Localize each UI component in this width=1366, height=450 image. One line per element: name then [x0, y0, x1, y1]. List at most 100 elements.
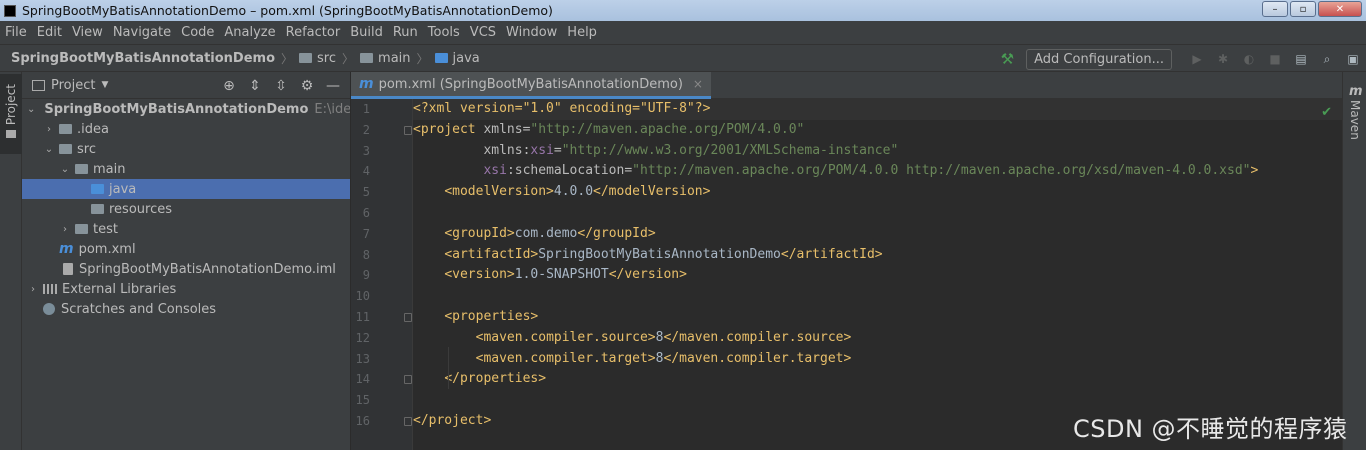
breadcrumb-project[interactable]: SpringBootMyBatisAnnotationDemo — [11, 51, 275, 66]
presentation-icon[interactable]: ▣ — [1340, 52, 1366, 66]
project-panel-header: Project ▼ ⊕ ⇕ ⇳ ⚙ — — [22, 72, 350, 99]
chevron-down-icon[interactable]: ⌄ — [43, 144, 55, 155]
maven-icon[interactable]: m — [1349, 84, 1363, 99]
source-folder-icon — [91, 184, 104, 194]
line-number: 14 — [355, 372, 370, 387]
locate-file-icon[interactable]: ⊕ — [216, 78, 242, 94]
chevron-right-icon[interactable]: › — [27, 284, 39, 295]
menu-window[interactable]: Window — [501, 25, 562, 40]
chevron-right-icon[interactable]: › — [59, 224, 71, 235]
inspection-ok-icon[interactable]: ✔ — [1321, 105, 1332, 120]
tree-item-resources[interactable]: resources — [22, 199, 350, 219]
line-number: 12 — [355, 330, 370, 345]
expand-all-icon[interactable]: ⇕ — [242, 78, 268, 94]
xml-tag: <artifactId> — [444, 246, 539, 262]
xml-tag: <maven.compiler.source> — [475, 329, 656, 345]
xml-tag: <project — [413, 121, 484, 137]
breadcrumb-src[interactable]: src — [299, 51, 336, 66]
project-structure-icon[interactable]: ▤ — [1288, 52, 1314, 66]
xml-text: 4.0.0 — [553, 184, 594, 200]
code-line: <artifactId>SpringBootMyBatisAnnotationD… — [413, 245, 1342, 266]
coverage-icon[interactable]: ◐ — [1236, 52, 1262, 66]
menu-analyze[interactable]: Analyze — [219, 25, 280, 40]
tree-item-pom[interactable]: m pom.xml — [22, 239, 350, 259]
menu-run[interactable]: Run — [388, 25, 423, 40]
chevron-down-icon[interactable]: ⌄ — [59, 164, 71, 175]
search-everywhere-icon[interactable]: ⌕ — [1314, 52, 1340, 67]
xml-tag: <groupId> — [444, 225, 515, 241]
project-view-icon — [32, 79, 45, 91]
chevron-down-icon[interactable]: ⌄ — [27, 104, 35, 115]
collapse-all-icon[interactable]: ⇳ — [268, 78, 294, 94]
maven-tool-tab-label[interactable]: Maven — [1348, 100, 1362, 140]
tree-item-scratches[interactable]: Scratches and Consoles — [22, 299, 350, 319]
maximize-button[interactable]: ▫ — [1290, 1, 1316, 17]
code-line: <properties> — [413, 307, 1342, 328]
run-toolbar: ⚒ Add Configuration... ▶ ✱ ◐ ■ ▤ ⌕ ▣ — [1001, 45, 1366, 73]
stop-icon[interactable]: ■ — [1262, 52, 1288, 66]
run-icon[interactable]: ▶ — [1184, 52, 1210, 66]
folder-icon — [59, 144, 72, 154]
tree-item-idea[interactable]: › .idea — [22, 119, 350, 139]
breadcrumb-java[interactable]: java — [434, 51, 480, 66]
project-tool-tab[interactable]: Project — [0, 74, 22, 154]
scratches-icon — [43, 303, 55, 315]
gutter-line: 10 — [351, 286, 412, 307]
menu-help[interactable]: Help — [562, 25, 602, 40]
editor-tab-pom[interactable]: m pom.xml (SpringBootMyBatisAnnotationDe… — [351, 72, 711, 99]
editor-area: m pom.xml (SpringBootMyBatisAnnotationDe… — [351, 72, 1342, 450]
debug-icon[interactable]: ✱ — [1210, 52, 1236, 66]
build-hammer-icon[interactable]: ⚒ — [1001, 50, 1014, 68]
xml-value: "http://www.w3.org/2001/XMLSchema-instan… — [561, 142, 899, 158]
breadcrumb-separator: 〉 — [416, 51, 429, 66]
tree-item-src[interactable]: ⌄ src — [22, 139, 350, 159]
menu-code[interactable]: Code — [176, 25, 219, 40]
menu-vcs[interactable]: VCS — [465, 25, 501, 40]
tree-item-project-root[interactable]: ⌄ SpringBootMyBatisAnnotationDemo E:\ide… — [22, 99, 350, 119]
xml-tag: </maven.compiler.source> — [663, 329, 852, 345]
tree-item-label: main — [93, 161, 126, 177]
tree-item-iml[interactable]: SpringBootMyBatisAnnotationDemo.iml — [22, 259, 350, 279]
close-icon[interactable]: × — [693, 77, 703, 91]
breadcrumb-main[interactable]: main — [360, 51, 411, 66]
chevron-down-icon[interactable]: ▼ — [101, 80, 108, 90]
xml-tag: > — [1250, 163, 1259, 179]
menu-file[interactable]: File — [0, 25, 32, 40]
add-configuration-button[interactable]: Add Configuration... — [1026, 48, 1172, 70]
xml-text: com.demo — [514, 225, 578, 241]
folder-icon — [6, 130, 16, 138]
tree-item-main[interactable]: ⌄ main — [22, 159, 350, 179]
menu-view[interactable]: View — [67, 25, 108, 40]
fold-marker-icon[interactable] — [404, 125, 412, 135]
fold-marker-icon[interactable] — [404, 416, 412, 426]
editor-tab-label: pom.xml (SpringBootMyBatisAnnotationDemo… — [378, 76, 683, 92]
tree-item-java[interactable]: java — [22, 179, 350, 199]
breadcrumb-src-label: src — [317, 50, 337, 66]
menu-tools[interactable]: Tools — [423, 25, 465, 40]
maven-file-icon: m — [359, 76, 374, 92]
xml-tag: </properties> — [444, 371, 547, 387]
menu-refactor[interactable]: Refactor — [281, 25, 346, 40]
tree-item-label: External Libraries — [62, 281, 177, 297]
project-panel-title[interactable]: Project — [51, 78, 95, 93]
menu-edit[interactable]: Edit — [32, 25, 67, 40]
fold-marker-icon[interactable] — [404, 312, 412, 322]
menu-build[interactable]: Build — [345, 25, 388, 40]
chevron-right-icon[interactable]: › — [43, 124, 55, 135]
gutter-line: 5 — [351, 182, 412, 203]
project-panel-tools: ⊕ ⇕ ⇳ ⚙ — — [216, 72, 346, 99]
minimize-button[interactable]: – — [1262, 1, 1288, 17]
hide-panel-icon[interactable]: — — [320, 78, 346, 94]
tree-item-label: resources — [109, 201, 173, 217]
gear-icon[interactable]: ⚙ — [294, 78, 320, 94]
close-button[interactable]: ✕ — [1318, 1, 1362, 17]
tree-item-external-libraries[interactable]: › External Libraries — [22, 279, 350, 299]
menu-navigate[interactable]: Navigate — [108, 25, 176, 40]
module-file-icon — [63, 263, 73, 275]
xml-attribute: xmlns= — [483, 121, 531, 137]
tree-item-test[interactable]: › test — [22, 219, 350, 239]
fold-marker-icon[interactable] — [404, 375, 412, 385]
code-editor[interactable]: <?xml version="1.0" encoding="UTF-8"?> <… — [413, 99, 1342, 450]
